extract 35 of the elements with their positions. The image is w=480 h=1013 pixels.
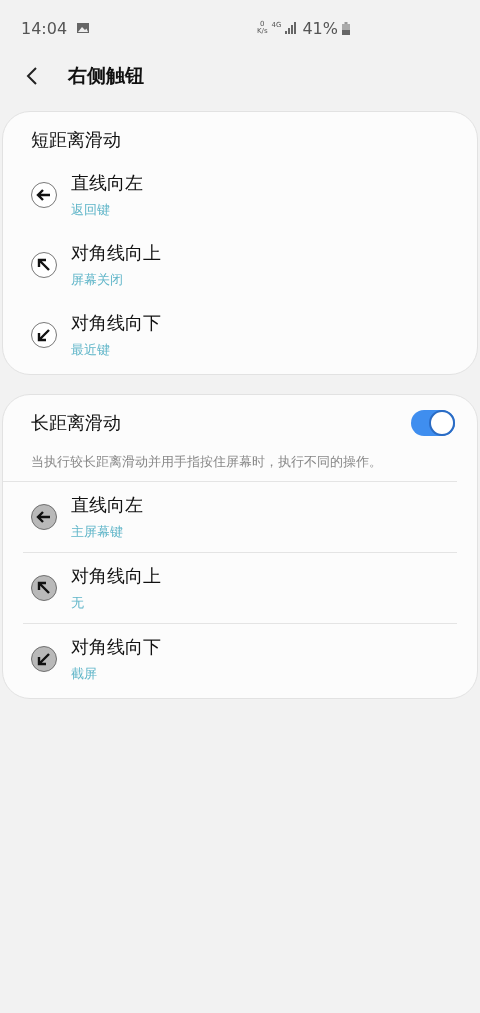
gesture-name: 对角线向下 xyxy=(71,311,161,335)
gesture-action: 返回键 xyxy=(71,201,111,219)
gesture-row[interactable]: 直线向左 主屏幕键 xyxy=(23,482,457,553)
toggle-switch[interactable] xyxy=(411,410,455,436)
gesture-name: 直线向左 xyxy=(71,171,143,195)
page-title: 右侧触钮 xyxy=(68,63,144,88)
battery-percent: 41% xyxy=(302,18,338,38)
battery-icon xyxy=(342,21,350,35)
gesture-action: 截屏 xyxy=(71,665,98,683)
arrow-up-left-icon xyxy=(31,252,57,278)
section-title: 长距离滑动 xyxy=(31,411,121,435)
gesture-name: 对角线向上 xyxy=(71,564,161,588)
gesture-action: 主屏幕键 xyxy=(71,523,124,541)
arrow-down-left-icon xyxy=(31,646,57,672)
gesture-row[interactable]: 对角线向下 最近键 xyxy=(3,300,477,370)
clock-time: 14:04 xyxy=(21,18,68,38)
gesture-action: 最近键 xyxy=(71,341,111,359)
arrow-left-icon xyxy=(31,504,57,530)
back-icon xyxy=(26,66,38,86)
section-description: 当执行较长距离滑动并用手指按住屏幕时，执行不同的操作。 xyxy=(3,443,457,482)
gesture-name: 对角线向上 xyxy=(71,241,161,265)
signal-icon xyxy=(285,22,299,34)
gesture-name: 对角线向下 xyxy=(71,635,161,659)
image-icon xyxy=(76,22,91,34)
gesture-action: 屏幕关闭 xyxy=(71,271,124,289)
arrow-up-left-icon xyxy=(31,575,57,601)
section-title: 短距离滑动 xyxy=(31,128,121,152)
arrow-down-left-icon xyxy=(31,322,57,348)
arrow-left-icon xyxy=(31,182,57,208)
gesture-row[interactable]: 对角线向上 无 xyxy=(23,553,457,624)
gesture-row[interactable]: 直线向左 返回键 xyxy=(3,160,477,230)
gesture-name: 直线向左 xyxy=(71,493,143,517)
gesture-row[interactable]: 对角线向上 屏幕关闭 xyxy=(3,230,477,300)
gesture-row[interactable]: 对角线向下 截屏 xyxy=(23,624,457,694)
gesture-action: 无 xyxy=(71,594,85,612)
